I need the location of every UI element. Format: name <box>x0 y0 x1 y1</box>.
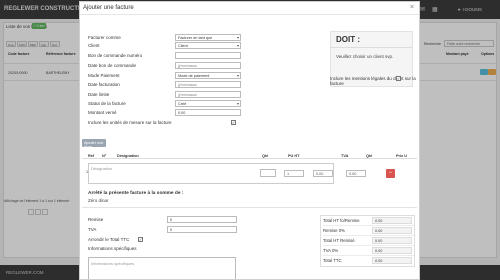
column-header-number: N° <box>102 154 107 158</box>
line-price-input[interactable]: 0.00 <box>313 170 333 177</box>
field-po-number: Bon de commande numéro <box>88 52 318 59</box>
include-units-label: Inclure les unités de mesure sur la fact… <box>88 120 172 125</box>
close-icon[interactable]: × <box>410 4 414 11</box>
invoice-date-input[interactable]: jj/mm/aaaa <box>175 81 241 88</box>
lines-table-header: Réf N° Désignation Qté PU HT TVA Qté Pri… <box>82 152 417 159</box>
total-ht-discounted-label: Total HT Remisé <box>323 238 355 243</box>
field-label: Facturer comme <box>88 35 121 40</box>
total-row: Total TTC 0.00 <box>323 256 414 266</box>
field-label: Client <box>88 43 100 48</box>
doit-title: DOIT : <box>336 35 360 44</box>
total-row: TVA 0% 0.00 <box>323 246 414 256</box>
discount-value: 0.00 <box>372 227 412 234</box>
add-line-button[interactable]: Ajouter une ligne <box>82 139 106 149</box>
add-invoice-modal: Ajouter une facture × Facturer comme Fac… <box>79 1 420 280</box>
field-label: Bon de commande numéro <box>88 53 143 58</box>
remise-row: Remise 0 <box>88 216 258 224</box>
tva-input[interactable]: 0 <box>167 226 237 233</box>
field-po-date: Date bon de commande jj/mm/aaaa <box>88 62 318 69</box>
bill-as-select[interactable]: Facturer en tant que ▾ <box>175 34 241 41</box>
chevron-down-icon: ▾ <box>236 35 239 40</box>
po-date-input[interactable]: jj/mm/aaaa <box>175 62 241 69</box>
tva-row: TVA 0 <box>88 226 258 234</box>
notes-label: Informations spécifiques <box>88 246 137 251</box>
field-status: Statut de la facture Créé ▾ <box>88 100 318 107</box>
chevron-down-icon: ▾ <box>236 101 239 106</box>
field-label: Statut de la facture <box>88 101 126 106</box>
field-label: Date limite <box>88 92 110 97</box>
payment-mode-select[interactable]: Mode de paiement ▾ <box>175 72 241 79</box>
vat-select[interactable] <box>260 169 276 177</box>
remise-input[interactable]: 0 <box>167 216 237 223</box>
doit-message: Veuillez choisir un client svp. <box>336 54 394 59</box>
due-date-input[interactable]: jj/mm/aaaa <box>175 91 241 98</box>
vat-total-value: 0.00 <box>372 247 412 254</box>
field-label: Date facturation <box>88 82 120 87</box>
invoice-line-row: 1 Désignation <box>82 163 417 185</box>
notes-row: Informations spécifiques <box>88 246 258 253</box>
round-total-checkbox[interactable]: ✓ <box>138 237 143 242</box>
chevron-down-icon: ▾ <box>236 73 239 78</box>
field-due-date: Date limite jj/mm/aaaa <box>88 91 318 98</box>
round-total-label: Arrondir le Total TTC <box>88 237 130 242</box>
legal-mentions-label: Inclure les mentions légales du client s… <box>330 76 416 86</box>
total-row: Total HT fo/Remise 0.00 <box>323 216 414 226</box>
line-amount-output: 0.00 <box>346 170 366 177</box>
round-total-row: Arrondir le Total TTC ✓ <box>88 237 258 244</box>
remise-label: Remise <box>88 217 104 222</box>
total-in-words-label: Arrêté la présente facture à la somme de… <box>88 191 184 196</box>
field-label: Mode Paiement <box>88 73 120 78</box>
amount-paid-input[interactable]: 0.00 <box>175 109 241 116</box>
line-qty-input[interactable]: 1 <box>284 170 304 177</box>
status-select[interactable]: Créé ▾ <box>175 100 241 107</box>
column-header-qty: Qté <box>262 154 269 158</box>
tva-label: TVA <box>88 227 97 232</box>
total-ht-before-discount-value: 0.00 <box>372 217 412 224</box>
field-payment-mode: Mode Paiement Mode de paiement ▾ <box>88 72 318 79</box>
doit-divider <box>331 47 412 48</box>
field-client: Client Client ▾ <box>88 42 318 49</box>
field-bill-as: Facturer comme Facturer en tant que ▾ <box>88 34 318 41</box>
column-header-qty2: Qté <box>366 154 373 158</box>
total-in-words-value: Zéro dinar <box>88 198 109 203</box>
modal-header: Ajouter une facture × <box>80 2 419 15</box>
field-label: Date bon de commande <box>88 63 137 68</box>
legal-mentions-checkbox[interactable]: ✓ <box>396 76 401 81</box>
total-ttc-value: 0.00 <box>372 257 412 264</box>
include-units-checkbox[interactable]: ✓ <box>231 120 236 125</box>
po-number-input[interactable] <box>175 52 241 59</box>
field-label: Montant versé <box>88 110 117 115</box>
total-ht-before-discount-label: Total HT fo/Remise <box>323 218 360 223</box>
column-header-unit-price: PU HT <box>288 154 300 158</box>
column-header-vat: TVA <box>341 154 349 158</box>
discount-label: Remise 0% <box>323 228 345 233</box>
chevron-down-icon: ▾ <box>236 43 239 48</box>
field-invoice-date: Date facturation jj/mm/aaaa <box>88 81 318 88</box>
total-row: Total HT Remisé 0.00 <box>323 236 414 246</box>
total-ttc-label: Total TTC <box>323 258 342 263</box>
totals-panel: Total HT fo/Remise 0.00 Remise 0% 0.00 T… <box>320 215 415 267</box>
total-ht-discounted-value: 0.00 <box>372 237 412 244</box>
client-select[interactable]: Client ▾ <box>175 42 241 49</box>
notes-textarea[interactable]: Informations spécifiques <box>88 257 236 279</box>
column-header-ref: Réf <box>88 154 95 158</box>
total-row: Remise 0% 0.00 <box>323 226 414 236</box>
column-header-price: Prix U <box>396 154 407 158</box>
include-units-row: Inclure les unités de mesure sur la fact… <box>88 120 318 126</box>
section-divider <box>82 207 417 208</box>
delete-line-button[interactable]: − <box>386 169 395 178</box>
field-amount-paid: Montant versé 0.00 <box>88 109 318 116</box>
column-header-designation: Désignation <box>117 154 139 158</box>
vat-total-label: TVA 0% <box>323 248 339 253</box>
modal-title: Ajouter une facture <box>83 5 134 11</box>
